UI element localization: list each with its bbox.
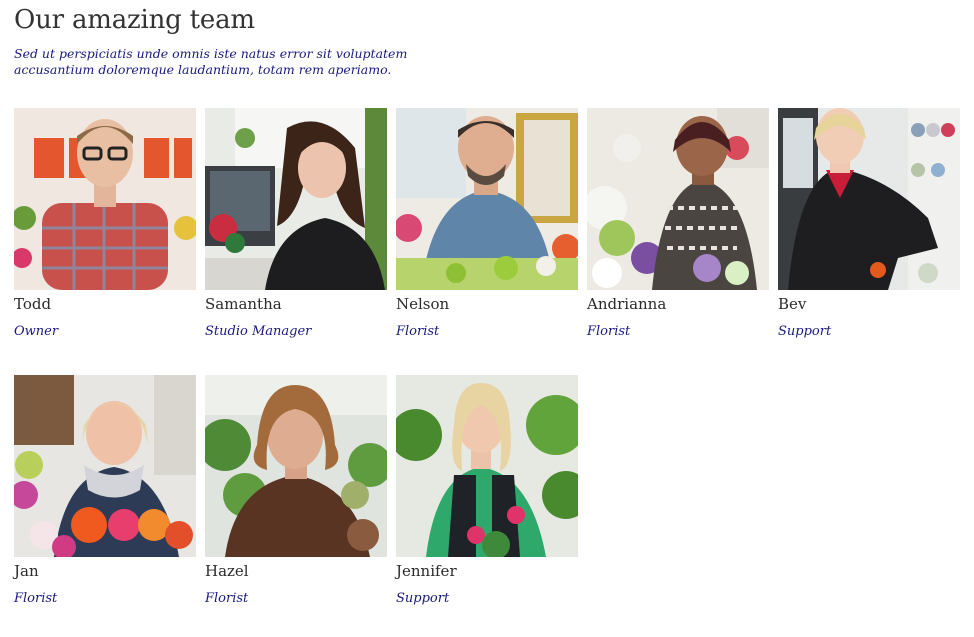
team-member-role: Support <box>778 324 832 339</box>
intro-text: Sed ut perspiciatis unde omnis iste natu… <box>14 46 408 77</box>
team-member-role: Florist <box>14 591 58 606</box>
page-title: Our amazing team <box>14 5 255 35</box>
team-member-role: Studio Manager <box>205 324 312 339</box>
team-member-photo[interactable] <box>14 108 196 290</box>
team-member-name[interactable]: Jan <box>14 561 39 581</box>
portrait-image <box>14 108 196 290</box>
team-member-name[interactable]: Bev <box>778 294 806 314</box>
portrait-image <box>14 375 196 557</box>
team-member-name[interactable]: Todd <box>14 294 51 314</box>
team-member-role: Florist <box>205 591 249 606</box>
portrait-image <box>778 108 960 290</box>
team-member-role: Florist <box>396 324 440 339</box>
team-member-photo[interactable] <box>396 375 578 557</box>
team-member-name[interactable]: Andrianna <box>587 294 666 314</box>
team-member-photo[interactable] <box>205 108 387 290</box>
team-member-photo[interactable] <box>396 108 578 290</box>
team-member-name[interactable]: Hazel <box>205 561 249 581</box>
portrait-image <box>396 375 578 557</box>
team-member-name[interactable]: Nelson <box>396 294 449 314</box>
team-member-role: Florist <box>587 324 631 339</box>
team-member-name[interactable]: Jennifer <box>396 561 457 581</box>
team-member-photo[interactable] <box>205 375 387 557</box>
team-member-photo[interactable] <box>14 375 196 557</box>
team-member-name[interactable]: Samantha <box>205 294 282 314</box>
portrait-image <box>587 108 769 290</box>
team-member-photo[interactable] <box>778 108 960 290</box>
team-member-role: Support <box>396 591 450 606</box>
portrait-image <box>205 375 387 557</box>
portrait-image <box>205 108 387 290</box>
team-member-photo[interactable] <box>587 108 769 290</box>
team-member-role: Owner <box>14 324 59 339</box>
portrait-image <box>396 108 578 290</box>
